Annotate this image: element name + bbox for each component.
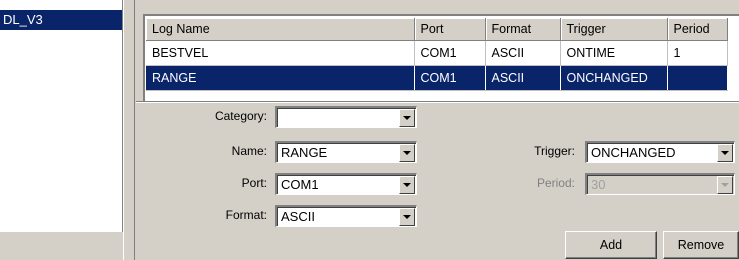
name-select[interactable]: RANGE	[275, 141, 417, 163]
chevron-down-icon[interactable]	[399, 176, 415, 194]
period-value: 30	[591, 177, 606, 192]
cell-trigger: ONCHANGED	[560, 65, 668, 91]
column-header-format[interactable]: Format	[485, 18, 561, 41]
cell-log-name: BESTVEL	[146, 40, 415, 66]
name-label: Name:	[231, 144, 267, 158]
cell-port: COM1	[414, 40, 486, 66]
cell-format: ASCII	[485, 40, 561, 66]
cell-trigger: ONTIME	[560, 40, 668, 66]
add-button[interactable]: Add	[565, 231, 657, 259]
chevron-down-icon[interactable]	[717, 144, 733, 162]
list-header-row: Log Name Port Format Trigger Period	[146, 18, 728, 41]
table-row[interactable]: BESTVEL COM1 ASCII ONTIME 1	[146, 40, 728, 66]
left-panel-footer	[0, 232, 122, 260]
column-header-trigger[interactable]: Trigger	[560, 18, 668, 41]
log-list-table[interactable]: Log Name Port Format Trigger Period BEST…	[146, 18, 728, 91]
column-header-port[interactable]: Port	[414, 18, 486, 41]
cell-period: 1	[667, 40, 728, 66]
chevron-down-icon[interactable]	[399, 109, 415, 127]
name-value: RANGE	[281, 145, 328, 160]
cell-format: ASCII	[485, 65, 561, 91]
cell-period	[667, 65, 728, 91]
period-label: Period:	[536, 176, 575, 190]
category-select[interactable]	[275, 106, 417, 128]
format-select[interactable]: ASCII	[275, 205, 417, 227]
format-value: ASCII	[281, 209, 315, 224]
trigger-value: ONCHANGED	[591, 145, 676, 160]
chevron-down-icon[interactable]	[399, 144, 415, 162]
period-select: 30	[585, 173, 735, 195]
column-header-period[interactable]: Period	[667, 18, 728, 41]
tree-item-dl-v3[interactable]: DL_V3	[0, 10, 122, 30]
trigger-select[interactable]: ONCHANGED	[585, 141, 735, 163]
format-label: Format:	[225, 208, 267, 222]
port-select[interactable]: COM1	[275, 173, 417, 195]
chevron-down-icon	[717, 176, 733, 194]
category-label: Category:	[214, 109, 267, 123]
list-separator	[136, 101, 739, 103]
cell-log-name: RANGE	[146, 65, 415, 91]
remove-button[interactable]: Remove	[663, 231, 739, 259]
device-tree-panel[interactable]	[0, 0, 123, 232]
port-value: COM1	[281, 177, 319, 192]
column-header-log-name[interactable]: Log Name	[146, 18, 415, 41]
cell-port: COM1	[414, 65, 486, 91]
panel-splitter[interactable]	[123, 0, 135, 260]
chevron-down-icon[interactable]	[399, 208, 415, 226]
port-label: Port:	[241, 176, 267, 190]
trigger-label: Trigger:	[534, 144, 575, 158]
table-row-selected[interactable]: RANGE COM1 ASCII ONCHANGED	[146, 65, 728, 91]
